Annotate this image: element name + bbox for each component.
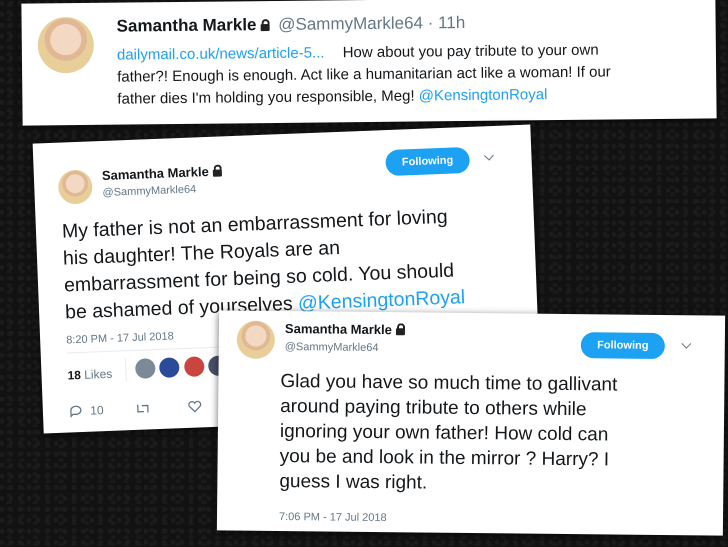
likes-count[interactable]: 18 Likes: [67, 367, 112, 383]
user-handle[interactable]: @SammyMarkle64: [278, 13, 423, 34]
likes-label: Likes: [83, 366, 113, 382]
tweet-card-3: Samantha Markle @SammyMarkle64 Following…: [216, 310, 726, 536]
tweet-text: dailymail.co.uk/news/article-5... How ab…: [117, 39, 611, 110]
user-name[interactable]: Samantha Markle: [102, 164, 209, 183]
mention-link[interactable]: @KensingtonRoyal: [298, 286, 466, 314]
avatar[interactable]: [134, 358, 156, 379]
chevron-down-icon[interactable]: [681, 338, 692, 349]
tweet-header: Samantha Markle: [102, 163, 222, 183]
likes-number: 18: [67, 367, 82, 383]
tweet-header: Samantha Markle: [285, 321, 405, 337]
following-button[interactable]: Following: [580, 332, 665, 360]
user-name[interactable]: Samantha Markle: [285, 321, 392, 337]
avatar[interactable]: [236, 320, 276, 359]
reply-button[interactable]: 10: [69, 403, 108, 418]
following-button[interactable]: Following: [385, 146, 471, 177]
timestamp[interactable]: 8:20 PM - 17 Jul 2018: [66, 330, 174, 346]
tweet-text-line: guess I was right.: [279, 470, 428, 494]
tweet-text-line: ignoring your own father! How cold can: [279, 420, 609, 446]
user-name[interactable]: Samantha Markle: [117, 15, 257, 35]
separator: ·: [427, 13, 434, 33]
liker-avatars: [134, 355, 230, 384]
avatar[interactable]: [37, 16, 95, 74]
mention-link[interactable]: @KensingtonRoyal: [419, 86, 548, 104]
article-link[interactable]: dailymail.co.uk/news/article-5...: [117, 44, 325, 63]
tweet-text-line: father dies I'm holding you responsible,…: [117, 87, 415, 108]
user-handle[interactable]: @SammyMarkle64: [285, 341, 379, 354]
tweet-text-line: around paying tribute to others while: [280, 396, 587, 421]
avatar[interactable]: [159, 357, 181, 378]
reply-count: 10: [89, 403, 104, 418]
lock-icon: [260, 24, 270, 32]
reply-icon: [70, 405, 82, 418]
user-handle[interactable]: @SammyMarkle64: [102, 183, 196, 199]
tweet-header: Samantha Markle @SammyMarkle64 · 11h: [117, 13, 466, 37]
avatar[interactable]: [57, 169, 93, 205]
timestamp[interactable]: 7:06 PM - 17 Jul 2018: [279, 511, 387, 524]
top-tweet-card: Samantha Markle @SammyMarkle64 · 11h dai…: [21, 0, 717, 126]
tweet-text-line: you be and look in the mirror ? Harry? I: [279, 445, 610, 471]
divider: [124, 358, 127, 383]
tweet-text: My father is not an embarrassment for lo…: [62, 203, 466, 326]
tweet-text-line: Glad you have so much time to gallivant: [280, 371, 618, 396]
avatar[interactable]: [183, 356, 205, 378]
like-icon[interactable]: [188, 400, 202, 413]
lock-icon: [395, 328, 405, 336]
tweet-actions: 10: [69, 399, 203, 418]
tweet-text-line: How about you pay tribute to your own: [342, 41, 599, 62]
retweet-icon[interactable]: [135, 402, 151, 415]
tweet-text: Glad you have so much time to gallivant …: [279, 369, 617, 498]
chevron-down-icon[interactable]: [483, 150, 494, 161]
lock-icon: [212, 169, 222, 177]
timestamp[interactable]: 11h: [438, 13, 465, 32]
